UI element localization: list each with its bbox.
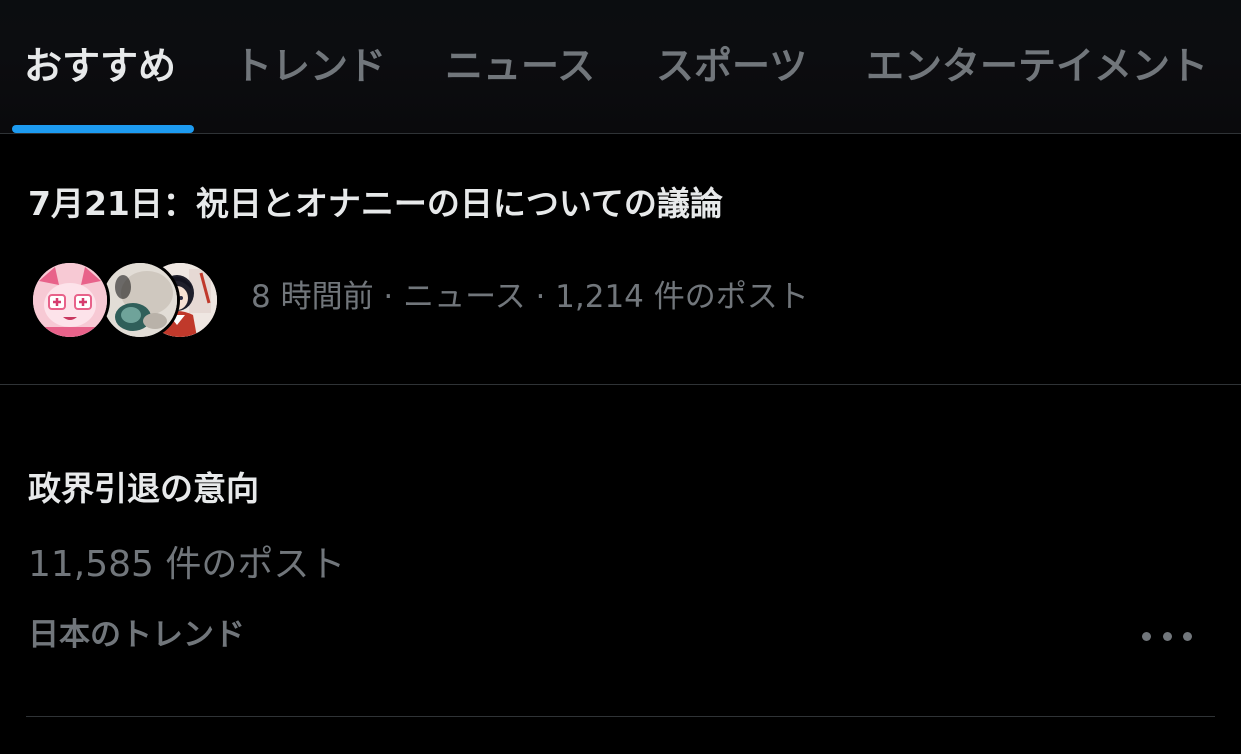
pink-anime-character-avatar bbox=[30, 260, 110, 340]
trend-title: 7月21日：祝日とオナニーの日についての議論 bbox=[28, 184, 723, 223]
tab-sports[interactable]: スポーツ bbox=[656, 40, 807, 92]
trend-item-japan[interactable]: 政界引退の意向 11,585 件のポスト 日本のトレンド bbox=[0, 385, 1241, 717]
tab-trending[interactable]: トレンド bbox=[234, 40, 386, 92]
more-dot bbox=[1142, 631, 1151, 641]
tab-recommended[interactable]: おすすめ bbox=[24, 40, 176, 92]
trend-meta: 8 時間前 · ニュース · 1,214 件のポスト bbox=[251, 279, 809, 315]
photo-avatar bbox=[100, 260, 180, 340]
trend-post-count: 11,585 件のポスト bbox=[28, 544, 346, 585]
divider bbox=[26, 716, 1215, 717]
active-tab-indicator bbox=[12, 125, 194, 133]
trend-context: 日本のトレンド bbox=[28, 617, 245, 653]
tab-news[interactable]: ニュース bbox=[445, 40, 595, 92]
trend-item-news[interactable]: 7月21日：祝日とオナニーの日についての議論 8 時間前 · ニュース · 1,… bbox=[0, 134, 1241, 385]
more-dot bbox=[1183, 631, 1192, 641]
explore-page: おすすめ トレンド ニュース スポーツ エンターテイメント 7月21日：祝日とオ… bbox=[0, 0, 1241, 754]
more-dot bbox=[1162, 631, 1172, 641]
explore-tab-bar: おすすめ トレンド ニュース スポーツ エンターテイメント bbox=[0, 0, 1241, 134]
trend-title: 政界引退の意向 bbox=[28, 469, 259, 508]
more-horizontal-icon[interactable] bbox=[1142, 621, 1192, 651]
avatar-stack bbox=[30, 260, 222, 340]
tab-entertainment[interactable]: エンターテイメント bbox=[866, 40, 1208, 92]
